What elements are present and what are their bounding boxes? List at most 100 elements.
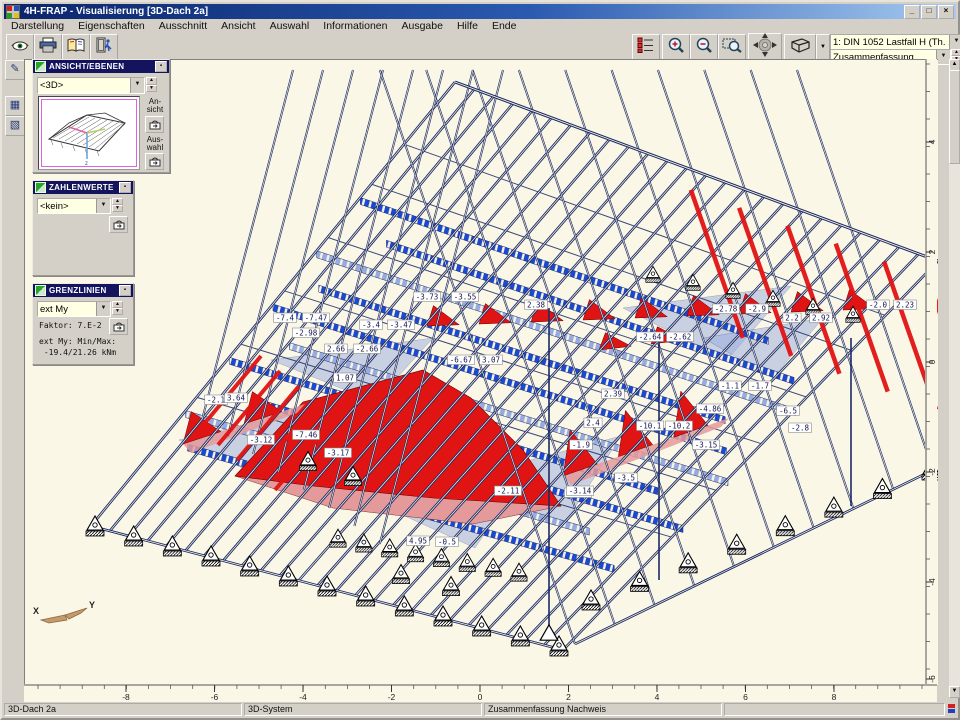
layers-tool-button[interactable]: ▧ (5, 116, 25, 136)
book-icon (67, 37, 85, 58)
svg-text:-2: -2 (388, 692, 396, 702)
zoom-out-button[interactable] (690, 34, 718, 60)
view-spinner[interactable]: ▲▼ (146, 77, 157, 92)
menu-informationen[interactable]: Informationen (316, 20, 394, 32)
apply-view-button[interactable] (145, 116, 164, 133)
svg-text:8: 8 (832, 692, 837, 702)
view-3d-dropdown[interactable]: ▼ (816, 34, 830, 60)
apply-values-button[interactable] (109, 216, 128, 233)
svg-text:-2.9: -2.9 (748, 305, 766, 314)
zoom-in-button[interactable] (662, 34, 690, 60)
lastfall-combobox[interactable]: 1: DIN 1052 Lastfall H (Th. 1. Or ▼ (830, 34, 960, 50)
scroll-down-icon[interactable]: ▼ (949, 686, 960, 698)
svg-text:-6.67: -6.67 (450, 356, 473, 365)
pencil-icon: ✎ (10, 63, 19, 75)
grenzlinien-spinner[interactable]: ▲▼ (112, 301, 123, 315)
minmax-value: -19.4/21.26 kNm (39, 348, 116, 357)
chevron-down-icon[interactable]: ▼ (130, 78, 144, 93)
view-combobox[interactable]: <3D> ▼ (37, 77, 145, 94)
help-book-button[interactable] (62, 34, 90, 60)
panel-title: GRENZLINIEN (49, 286, 119, 295)
panel-menu-button[interactable]: ▪ (119, 285, 131, 296)
spin-up-icon[interactable]: ▲ (112, 198, 123, 205)
svg-text:-2.78: -2.78 (715, 305, 738, 314)
chevron-down-icon[interactable]: ▼ (949, 35, 960, 49)
chevron-down-icon[interactable]: ▼ (936, 50, 950, 64)
svg-text:-2.62: -2.62 (669, 333, 692, 342)
close-button[interactable]: × (938, 5, 954, 19)
exit-door-icon (95, 37, 113, 58)
panel-title-bar[interactable]: ANSICHT/EBENEN ▪ (33, 60, 169, 73)
vertical-scrollbar[interactable]: ▲ ▼ (949, 59, 960, 698)
panel-menu-button[interactable]: ▪ (119, 182, 131, 193)
panel-menu-button[interactable]: ▪ (155, 61, 167, 72)
print-button[interactable] (34, 34, 62, 60)
apply-values-icon (113, 220, 125, 230)
panel-grenzlinien[interactable]: GRENZLINIEN ▪ ext My ▼ ▲▼ Faktor: 7.E-2 … (32, 283, 134, 365)
grenzlinien-combobox[interactable]: ext My ▼ (37, 301, 111, 317)
svg-text:-7.4: -7.4 (276, 314, 295, 323)
values-combobox[interactable]: <kein> ▼ (37, 198, 111, 214)
spin-down-icon[interactable]: ▼ (146, 85, 157, 93)
svg-text:-3.55: -3.55 (454, 293, 477, 302)
status-bar: 3D-Dach 2a 3D-System Zusammenfassung Nac… (4, 702, 956, 716)
chevron-down-icon[interactable]: ▼ (96, 302, 110, 316)
zoom-window-button[interactable] (718, 34, 746, 60)
pan-pad-icon (752, 32, 778, 63)
svg-text:-3.4: -3.4 (362, 321, 381, 330)
svg-text:-8: -8 (122, 692, 130, 702)
apply-selection-button[interactable] (145, 153, 164, 170)
panel-zahlenwerte[interactable]: ZAHLENWERTE ▪ <kein> ▼ ▲▼ (32, 180, 134, 276)
svg-text:-4: -4 (927, 578, 937, 586)
menu-darstellung[interactable]: Darstellung (4, 20, 71, 32)
grid-tool-button[interactable]: ▦ (5, 96, 25, 116)
spin-up-icon[interactable]: ▲ (146, 77, 157, 85)
spin-down-icon[interactable]: ▼ (112, 205, 123, 212)
preview-3d-thumbnail[interactable]: z (38, 96, 140, 170)
vertical-scroll-thumb[interactable] (949, 70, 960, 164)
view-3d-box-button[interactable] (784, 34, 816, 60)
svg-text:2.39: 2.39 (604, 390, 622, 399)
spin-down-icon[interactable]: ▼ (112, 308, 123, 315)
pan-button[interactable] (748, 33, 782, 61)
panel-ansicht-ebenen[interactable]: ANSICHT/EBENEN ▪ <3D> ▼ ▲▼ z An- si (32, 59, 170, 173)
view-value: <3D> (38, 80, 130, 91)
menu-ende[interactable]: Ende (485, 20, 524, 32)
spin-up-icon[interactable]: ▲ (951, 49, 960, 56)
panel-title-bar[interactable]: GRENZLINIEN ▪ (33, 284, 133, 297)
edit-tool-button[interactable]: ✎ (5, 60, 25, 80)
values-spinner[interactable]: ▲▼ (112, 198, 123, 212)
svg-text:2: 2 (566, 692, 571, 702)
vertical-ruler: 420-2-4-6 (925, 59, 937, 684)
app-icon (6, 5, 20, 19)
chevron-down-icon[interactable]: ▼ (96, 199, 110, 213)
panel-title: ZAHLENWERTE (49, 183, 119, 192)
menu-hilfe[interactable]: Hilfe (450, 20, 485, 32)
minimize-button[interactable]: _ (904, 5, 920, 19)
menu-ansicht[interactable]: Ansicht (214, 20, 262, 32)
exit-button[interactable] (90, 34, 118, 60)
menu-eigenschaften[interactable]: Eigenschaften (71, 20, 152, 32)
svg-text:-3.14: -3.14 (569, 487, 592, 496)
menu-auswahl[interactable]: Auswahl (263, 20, 317, 32)
svg-text:0: 0 (478, 692, 483, 702)
apply-grenzlinien-button[interactable] (109, 318, 128, 335)
status-field-result: Zusammenfassung Nachweis (484, 703, 722, 716)
maximize-button[interactable]: □ (921, 5, 937, 19)
svg-text:-2.1: -2.1 (207, 396, 225, 405)
svg-text:-2.8: -2.8 (791, 424, 810, 433)
svg-text:-1.7: -1.7 (751, 382, 769, 391)
svg-text:3.07: 3.07 (482, 356, 500, 365)
menu-ausschnitt[interactable]: Ausschnitt (152, 20, 214, 32)
svg-text:-2.64: -2.64 (639, 333, 662, 342)
svg-text:-4.86: -4.86 (699, 405, 722, 414)
spin-up-icon[interactable]: ▲ (112, 301, 123, 308)
panel-title-bar[interactable]: ZAHLENWERTE ▪ (33, 181, 133, 194)
svg-text:-4: -4 (299, 692, 307, 702)
properties-tree-button[interactable] (632, 34, 660, 60)
menu-bar: Darstellung Eigenschaften Ausschnitt Ans… (4, 19, 956, 33)
view-button[interactable] (6, 34, 34, 60)
panel-icon (35, 182, 46, 193)
status-field-extra (724, 703, 945, 716)
menu-ausgabe[interactable]: Ausgabe (395, 20, 450, 32)
